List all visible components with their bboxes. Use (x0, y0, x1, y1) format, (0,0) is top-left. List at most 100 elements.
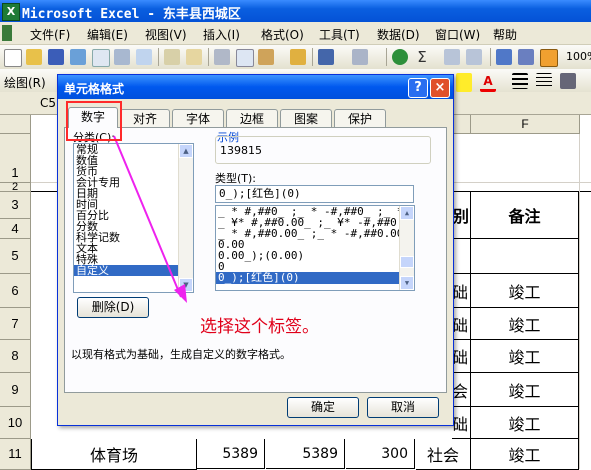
cell-e11[interactable]: 社会 (416, 439, 471, 470)
menu-data[interactable]: 数据(D) (377, 26, 420, 43)
row-header-6[interactable]: 6 (0, 274, 31, 308)
help-assistant-icon[interactable] (540, 49, 558, 67)
tab-alignment[interactable]: 对齐 (120, 109, 170, 128)
scroll-thumb[interactable] (400, 256, 414, 268)
ok-button[interactable]: 确定 (287, 397, 359, 418)
scroll-up-icon[interactable]: ▲ (400, 206, 414, 220)
format-scrollbar[interactable]: ▲ ▼ (399, 206, 414, 290)
number-tab-panel: 分类(C): 常规 数值 货币 会计专用 日期 时间 百分比 分数 科学记数 文… (64, 127, 447, 393)
open-icon[interactable] (26, 49, 42, 65)
format-list[interactable]: _ * #,##0_ ;_ * -#,##0_ ;_ * " _ ¥* #,##… (215, 205, 415, 291)
email-icon[interactable] (92, 49, 110, 67)
tab-protection[interactable]: 保护 (334, 109, 386, 128)
fill-color-icon[interactable] (456, 73, 472, 92)
name-box[interactable]: C5 (40, 96, 56, 110)
cell-d11[interactable]: 300 (346, 439, 415, 469)
delete-button[interactable]: 删除(D) (77, 297, 149, 318)
menu-view[interactable]: 视图(V) (145, 26, 187, 43)
drawing-icon[interactable] (518, 49, 534, 65)
menu-file[interactable]: 文件(F) (30, 26, 70, 43)
category-item-selected[interactable]: 自定义 (74, 265, 193, 276)
menu-edit[interactable]: 编辑(E) (87, 26, 128, 43)
paste-icon[interactable] (258, 49, 274, 65)
format-painter-icon[interactable] (290, 49, 306, 65)
cell-f8[interactable]: 竣工 (471, 340, 579, 373)
cell-e9[interactable]: 会 (452, 373, 471, 407)
cell-f6[interactable]: 竣工 (471, 274, 579, 308)
row-header-2[interactable]: 2 (0, 182, 31, 193)
select-all-corner[interactable] (0, 115, 31, 134)
row-header-11[interactable]: 11 (0, 439, 31, 470)
category-scrollbar[interactable]: ▲ ▼ (178, 144, 193, 292)
cell-e5[interactable] (452, 239, 471, 274)
scroll-down-icon[interactable]: ▼ (400, 276, 414, 290)
arrow-style-icon[interactable] (560, 73, 576, 89)
row-header-9[interactable]: 9 (0, 373, 31, 407)
column-header-f[interactable]: F (471, 115, 580, 134)
menu-window[interactable]: 窗口(W) (435, 26, 480, 43)
row-header-3[interactable]: 3 (0, 192, 31, 219)
format-item[interactable]: 0.00_);(0.00) (216, 250, 414, 261)
sort-ascending-icon[interactable] (444, 49, 460, 65)
font-color-icon[interactable]: A (480, 73, 496, 92)
menu-insert[interactable]: 插入(I) (203, 26, 240, 43)
category-list[interactable]: 常规 数值 货币 会计专用 日期 时间 百分比 分数 科学记数 文本 特殊 自定… (73, 143, 194, 293)
row-header-4[interactable]: 4 (0, 219, 31, 239)
undo-icon[interactable] (318, 49, 334, 65)
save-icon[interactable] (48, 49, 64, 65)
type-input[interactable]: 0_);[红色](0) (215, 185, 414, 203)
cell-e8[interactable]: 础 (452, 340, 471, 373)
column-header-e[interactable] (452, 115, 471, 134)
cell-f7[interactable]: 竣工 (471, 308, 579, 340)
spelling-icon[interactable] (164, 49, 180, 65)
format-item-selected[interactable]: 0_);[红色](0) (216, 272, 414, 284)
row-header-10[interactable]: 10 (0, 407, 31, 439)
dialog-title-bar: 单元格格式 ? × (58, 75, 453, 99)
hyperlink-icon[interactable] (392, 49, 408, 65)
line-style-icon[interactable] (512, 73, 528, 89)
copy-icon[interactable] (236, 49, 254, 67)
cell-b11[interactable]: 5389 (196, 439, 265, 469)
format-cells-dialog: 单元格格式 ? × 数字 对齐 字体 边框 图案 保护 分类(C): 常规 数值… (57, 74, 454, 426)
cell-f3[interactable]: 备注 (471, 192, 579, 239)
cell-f9[interactable]: 竣工 (471, 373, 579, 407)
tab-patterns[interactable]: 图案 (280, 109, 332, 128)
cell-f10[interactable]: 竣工 (471, 407, 579, 439)
zoom-value[interactable]: 100% (566, 50, 591, 63)
scroll-up-icon[interactable]: ▲ (179, 144, 193, 158)
new-icon[interactable] (4, 49, 22, 67)
sort-descending-icon[interactable] (466, 49, 482, 65)
cell-c11[interactable]: 5389 (266, 439, 345, 469)
cut-icon[interactable] (214, 49, 230, 65)
help-button[interactable]: ? (408, 78, 428, 98)
scroll-down-icon[interactable]: ▼ (179, 278, 193, 292)
menu-tools[interactable]: 工具(T) (319, 26, 360, 43)
chart-wizard-icon[interactable] (496, 49, 512, 65)
cell-e6[interactable]: 础 (452, 274, 471, 308)
menu-format[interactable]: 格式(O) (261, 26, 304, 43)
print-preview-icon[interactable] (136, 49, 152, 65)
research-icon[interactable] (186, 49, 202, 65)
menu-help[interactable]: 帮助 (493, 26, 517, 43)
tab-font[interactable]: 字体 (172, 109, 224, 128)
tab-border[interactable]: 边框 (226, 109, 278, 128)
dash-style-icon[interactable] (536, 73, 552, 89)
row-header-7[interactable]: 7 (0, 308, 31, 340)
cell-e7[interactable]: 础 (452, 308, 471, 340)
cancel-button[interactable]: 取消 (367, 397, 439, 418)
cell-e10[interactable]: 础 (452, 407, 471, 439)
cell-f5[interactable] (471, 239, 579, 274)
cell-a11[interactable]: 体育场 (31, 439, 197, 470)
cell-e3[interactable]: 别 (452, 192, 471, 239)
draw-menu-label[interactable]: 绘图(R) (4, 74, 46, 91)
cell-f11[interactable]: 竣工 (471, 439, 579, 470)
format-item[interactable]: _ * #,##0.00_ ;_ * -#,##0.00_ (216, 228, 414, 239)
autosum-icon[interactable]: Σ (414, 49, 430, 65)
redo-icon[interactable] (352, 49, 368, 65)
permission-icon[interactable] (70, 49, 86, 65)
row-header-5[interactable]: 5 (0, 239, 31, 274)
close-button[interactable]: × (430, 78, 450, 98)
print-icon[interactable] (114, 49, 130, 65)
row-header-8[interactable]: 8 (0, 340, 31, 373)
row-header-1[interactable]: 1 (0, 134, 31, 183)
